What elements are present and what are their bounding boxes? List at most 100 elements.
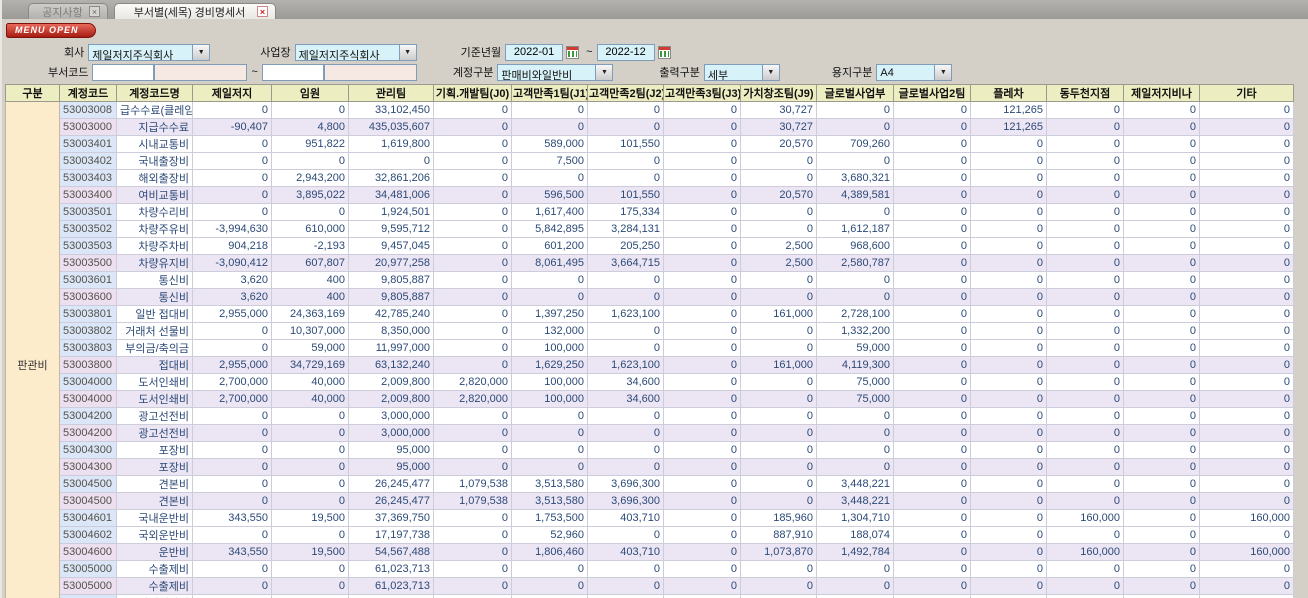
cell-amount: 132,000: [511, 322, 588, 340]
table-row[interactable]: 53003403 해외출장비 0 2,943,200 32,861,206 0 0 0 0 0 3,…: [5, 169, 1294, 187]
cell-amount: 3,284,131: [587, 220, 664, 238]
table-row[interactable]: 53005000 수출제비 0 0 61,023,713 0 0 0 0 0 0 0 0 0 0 0: [5, 560, 1294, 578]
column-header: 구분: [5, 84, 60, 102]
period-from-input[interactable]: [505, 43, 564, 61]
table-row[interactable]: 53004200 광고선전비 0 0 3,000,000 0 0 0 0 0 0 0 0 0 0 0: [5, 424, 1294, 442]
table-row[interactable]: 53005000 수출제비 0 0 61,023,713 0 0 0 0 0 0 0 0 0 0 0: [5, 577, 1294, 595]
table-row[interactable]: 53004600 운반비 343,550 19,500 54,567,488 0 1,806…: [5, 543, 1294, 561]
cell-account-code: 53005000: [59, 560, 117, 578]
table-row[interactable]: 53003601 통신비 3,620 400 9,805,887 0 0 0 0 0 0 0 0 0 0 0: [5, 271, 1294, 289]
cell-amount: 0: [1046, 254, 1124, 272]
table-row[interactable]: 53003500 차량유지비 -3,090,412 607,807 20,977,258…: [5, 254, 1294, 272]
table-row[interactable]: 53004601 국내운반비 343,550 19,500 37,369,750 0 1,7…: [5, 509, 1294, 527]
table-row[interactable]: 53005602인력개발비002,400,00000000000000: [5, 594, 1294, 598]
output-type-select[interactable]: 세부 ▼: [703, 63, 780, 81]
table-row[interactable]: 53003600 통신비 3,620 400 9,805,887 0 0 0 0 0 0 0 0 0 0 0: [5, 288, 1294, 306]
cell-amount: 42,785,240: [348, 305, 434, 323]
cell-account-name: 견본비: [116, 492, 193, 510]
cell-amount: 0: [970, 475, 1047, 493]
table-row[interactable]: 53004300 포장비 0 0 95,000 0 0 0 0 0 0 0 0 0 0 0: [5, 458, 1294, 476]
column-header: 계정코드: [59, 84, 117, 102]
table-row[interactable]: 53004602 국외운반비 0 0 17,197,738 0 52,960 0 0 887,91…: [5, 526, 1294, 544]
paper-type-label: 용지구분: [831, 67, 873, 79]
cell-amount: 0: [433, 305, 512, 323]
cell-amount: 9,805,887: [348, 271, 434, 289]
output-type-value: 세부: [707, 69, 729, 80]
table-row[interactable]: 53004000 도서인쇄비 2,700,000 40,000 2,009,800 2,8…: [5, 390, 1294, 408]
close-icon[interactable]: ×: [89, 6, 100, 17]
table-row[interactable]: 53004200 광고선전비 0 0 3,000,000 0 0 0 0 0 0 0 0 0 0 0: [5, 407, 1294, 425]
cell-amount: 0: [970, 186, 1047, 204]
column-header: 가치창조팀(J9): [740, 84, 817, 102]
dept-name-to-input[interactable]: [323, 63, 417, 81]
cell-amount: 2,728,100: [816, 305, 894, 323]
dept-code-from-input[interactable]: [92, 63, 155, 81]
column-header: 글로벌사업부: [816, 84, 894, 102]
cell-amount: 0: [511, 118, 588, 136]
paper-type-value: A4: [880, 66, 894, 79]
table-row[interactable]: 53003501 차량수리비 0 0 1,924,501 0 1,617,400 175,33…: [5, 203, 1294, 221]
site-select[interactable]: 제일저지주식회사 ▼: [294, 43, 417, 61]
cell-amount: 0: [1123, 186, 1200, 204]
table-row[interactable]: 53003502 차량주유비 -3,994,630 610,000 9,595,712 0…: [5, 220, 1294, 238]
cell-amount: 37,369,750: [348, 509, 434, 527]
cell-amount: 1,332,200: [816, 322, 894, 340]
cell-amount: 0: [893, 373, 971, 391]
cell-amount: 0: [1046, 169, 1124, 187]
cell-amount: 0: [1199, 322, 1294, 340]
cell-amount: 0: [1123, 288, 1200, 306]
cell-account-name: 포장비: [116, 458, 193, 476]
cell-amount: 0: [893, 186, 971, 204]
tab-expense-report[interactable]: 부서별(세목) 경비명세서 ×: [114, 3, 276, 19]
table-row[interactable]: 53003401 시내교통비 0 951,822 1,619,800 0 589,000 10…: [5, 135, 1294, 153]
cell-amount: 0: [893, 441, 971, 459]
account-type-label: 계정구분: [452, 67, 494, 79]
dept-code-to-input[interactable]: [261, 63, 324, 81]
table-row[interactable]: 53004500 견본비 0 0 26,245,477 1,079,538 3,513,58…: [5, 475, 1294, 493]
cell-amount: 0: [663, 203, 741, 221]
cell-amount: 0: [970, 424, 1047, 442]
table-row[interactable]: 53003801 일반 접대비 2,955,000 24,363,169 42,785,…: [5, 305, 1294, 323]
table-row[interactable]: 53004000 도서인쇄비 2,700,000 40,000 2,009,800 2,8…: [5, 373, 1294, 391]
column-header: 동두천지점: [1046, 84, 1124, 102]
cell-amount: 0: [970, 305, 1047, 323]
calendar-icon[interactable]: [566, 45, 580, 59]
table-row[interactable]: 53004300 포장비 0 0 95,000 0 0 0 0 0 0 0 0 0 0 0: [5, 441, 1294, 459]
cell-amount: 5,842,895: [511, 220, 588, 238]
table-row[interactable]: 53003503 차량주차비 904,218 -2,193 9,457,045 0 601,…: [5, 237, 1294, 255]
dept-name-from-input[interactable]: [154, 63, 248, 81]
table-row[interactable]: 53004500 견본비 0 0 26,245,477 1,079,538 3,513,58…: [5, 492, 1294, 510]
table-row[interactable]: 53003000 지급수수료 -90,407 4,800 435,035,607 0 0 0 0…: [5, 118, 1294, 136]
cell-amount: 0: [1199, 424, 1294, 442]
table-row[interactable]: 53003803 부의금/축의금 0 59,000 11,997,000 0 100,000…: [5, 339, 1294, 357]
cell-amount: 0: [740, 339, 817, 357]
cell-amount: 0: [1046, 492, 1124, 510]
cell-amount: 0: [271, 577, 349, 595]
close-icon[interactable]: ×: [257, 6, 268, 17]
chevron-down-icon: ▼: [192, 44, 210, 60]
cell-amount: 0: [192, 492, 272, 510]
period-tilde: ~: [586, 46, 593, 58]
tab-notice[interactable]: 공지사항 ×: [28, 3, 108, 19]
cell-amount: 0: [433, 237, 512, 255]
cell-account-code: 53004000: [59, 373, 117, 391]
table-row[interactable]: 53003402 국내출장비 0 0 0 0 7,500 0 0 0 0 0 0 0 0 0: [5, 152, 1294, 170]
paper-type-select[interactable]: A4 ▼: [876, 63, 953, 81]
period-to-input[interactable]: [596, 43, 655, 61]
account-type-select[interactable]: 판매비와일반비 ▼: [497, 63, 614, 81]
cell-account-code: 53004500: [59, 475, 117, 493]
menu-open-button[interactable]: MENU OPEN: [6, 23, 96, 38]
column-header: 기타: [1199, 84, 1294, 102]
cell-amount: -3,090,412: [192, 254, 272, 272]
company-select[interactable]: 제일저지주식회사 ▼: [88, 43, 211, 61]
table-row[interactable]: 53003400 여비교통비 0 3,895,022 34,481,006 0 596,50…: [5, 186, 1294, 204]
cell-amount: 0: [433, 424, 512, 442]
cell-amount: 1,612,187: [816, 220, 894, 238]
table-row[interactable]: 53003802 거래처 선물비 0 10,307,000 8,350,000 0 132,…: [5, 322, 1294, 340]
filter-panel: 회사 제일저지주식회사 ▼ 사업장 제일저지주식회사 ▼ 기준년월 ~ 부서코드…: [2, 43, 1308, 81]
table-row[interactable]: 판관비 53003008 급수수료(클레임) 0 0 33,102,450 0 0 0 0 30,7…: [5, 101, 1294, 598]
cell-amount: 1,806,460: [511, 543, 588, 561]
column-header: 관리팀: [348, 84, 434, 102]
calendar-icon[interactable]: [657, 45, 671, 59]
table-row[interactable]: 53003800 접대비 2,955,000 34,729,169 63,132,240…: [5, 356, 1294, 374]
